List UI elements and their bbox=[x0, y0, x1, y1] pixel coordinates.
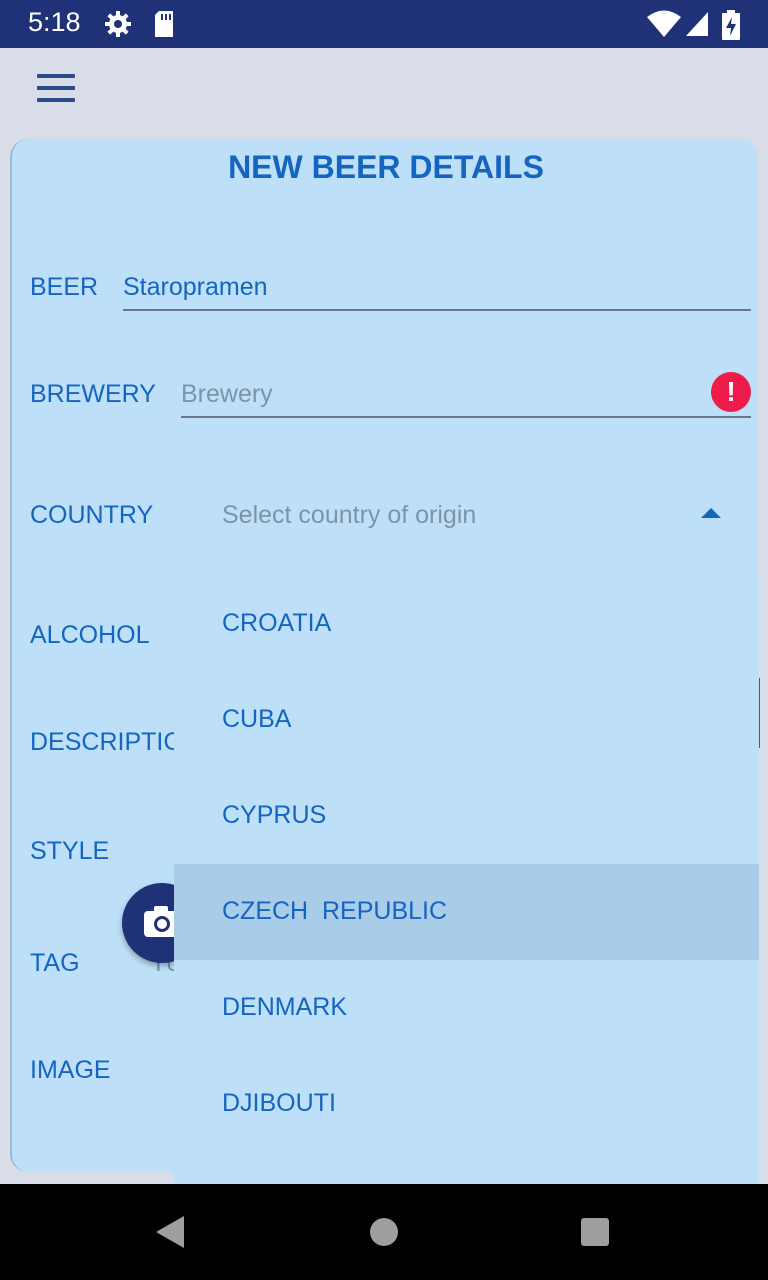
brewery-label: BREWERY bbox=[30, 380, 156, 408]
back-icon[interactable] bbox=[156, 1216, 184, 1248]
country-option-czech-republic[interactable]: CZECH REPUBLIC bbox=[174, 864, 759, 960]
country-option-denmark[interactable]: DENMARK bbox=[174, 960, 759, 1056]
description-label: DESCRIPTIC bbox=[30, 728, 182, 756]
image-label: IMAGE bbox=[30, 1056, 111, 1084]
caret-up-icon[interactable] bbox=[701, 508, 721, 518]
home-icon[interactable] bbox=[370, 1218, 398, 1246]
battery-charging-icon bbox=[722, 10, 740, 40]
hamburger-menu-icon[interactable] bbox=[28, 68, 84, 108]
option-label: CROATIA bbox=[222, 609, 332, 637]
alcohol-label: ALCOHOL bbox=[30, 621, 150, 649]
error-exclamation-icon: ! bbox=[711, 372, 751, 412]
brewery-input[interactable]: Brewery bbox=[181, 380, 273, 409]
option-label: CZECH REPUBLIC bbox=[222, 897, 448, 925]
settings-icon bbox=[105, 11, 131, 37]
brewery-underline bbox=[181, 416, 751, 418]
beer-name-underline bbox=[123, 309, 751, 311]
recents-icon[interactable] bbox=[581, 1218, 609, 1246]
country-option-croatia[interactable]: CROATIA bbox=[174, 576, 759, 672]
country-select[interactable]: Select country of origin bbox=[222, 501, 476, 530]
country-option-cyprus[interactable]: CYPRUS bbox=[174, 768, 759, 864]
navigation-bar bbox=[0, 1184, 768, 1280]
option-label: DJIBOUTI bbox=[222, 1089, 336, 1117]
status-bar: 5:18 bbox=[0, 0, 768, 48]
tag-label: TAG bbox=[30, 949, 80, 977]
app-bar bbox=[0, 48, 768, 130]
beer-label: BEER bbox=[30, 273, 99, 301]
option-label: DENMARK bbox=[222, 993, 348, 1021]
country-option-cuba[interactable]: CUBA bbox=[174, 672, 759, 768]
beer-name-input[interactable]: Staropramen bbox=[123, 273, 268, 302]
option-label: CYPRUS bbox=[222, 801, 327, 829]
sd-card-icon bbox=[155, 11, 173, 37]
page-title: NEW BEER DETAILS bbox=[228, 149, 544, 185]
status-time: 5:18 bbox=[28, 7, 81, 37]
country-option-djibouti[interactable]: DJIBOUTI bbox=[174, 1056, 759, 1152]
cellular-signal-icon bbox=[686, 12, 708, 36]
style-label: STYLE bbox=[30, 837, 110, 865]
option-label: CUBA bbox=[222, 705, 292, 733]
country-label: COUNTRY bbox=[30, 501, 154, 529]
country-dropdown-list: CROATIA CUBA CYPRUS CZECH REPUBLIC DENMA… bbox=[174, 576, 759, 1184]
wifi-icon bbox=[647, 10, 681, 37]
